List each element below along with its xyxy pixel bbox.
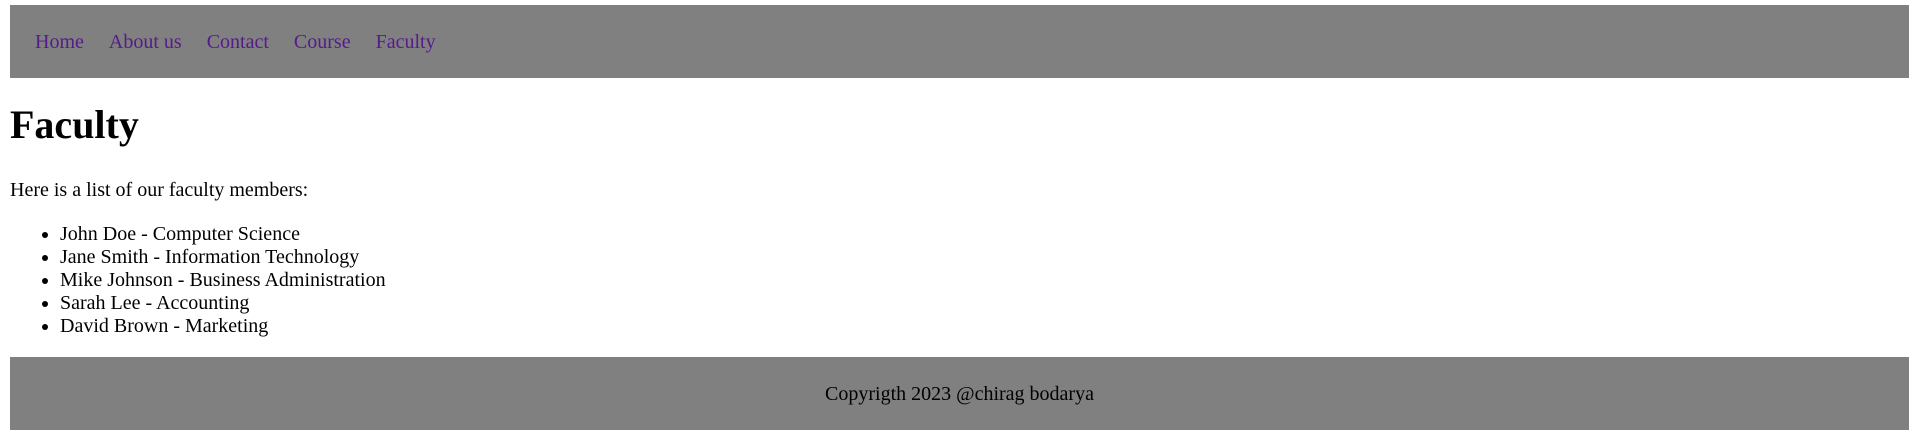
nav-link-faculty[interactable]: Faculty: [376, 32, 436, 52]
faculty-list-item: Mike Johnson - Business Administration: [60, 269, 386, 292]
nav-link-course[interactable]: Course: [294, 32, 351, 52]
page: Home About us Contact Course Faculty Fac…: [0, 0, 1918, 445]
faculty-list-item: Sarah Lee - Accounting: [60, 292, 386, 315]
faculty-list-item: David Brown - Marketing: [60, 315, 386, 338]
copyright-text: Copyrigth 2023 @chirag bodarya: [825, 382, 1094, 405]
intro-text: Here is a list of our faculty members:: [10, 179, 309, 201]
nav-link-about-us[interactable]: About us: [109, 32, 182, 52]
top-navigation-bar: Home About us Contact Course Faculty: [10, 5, 1909, 78]
nav-link-home[interactable]: Home: [35, 32, 84, 52]
faculty-list-item: John Doe - Computer Science: [60, 223, 386, 246]
page-title: Faculty: [10, 102, 139, 147]
nav-link-contact[interactable]: Contact: [207, 32, 269, 52]
faculty-list-item: Jane Smith - Information Technology: [60, 246, 386, 269]
faculty-list: John Doe - Computer Science Jane Smith -…: [10, 223, 386, 338]
footer-bar: Copyrigth 2023 @chirag bodarya: [10, 357, 1909, 430]
